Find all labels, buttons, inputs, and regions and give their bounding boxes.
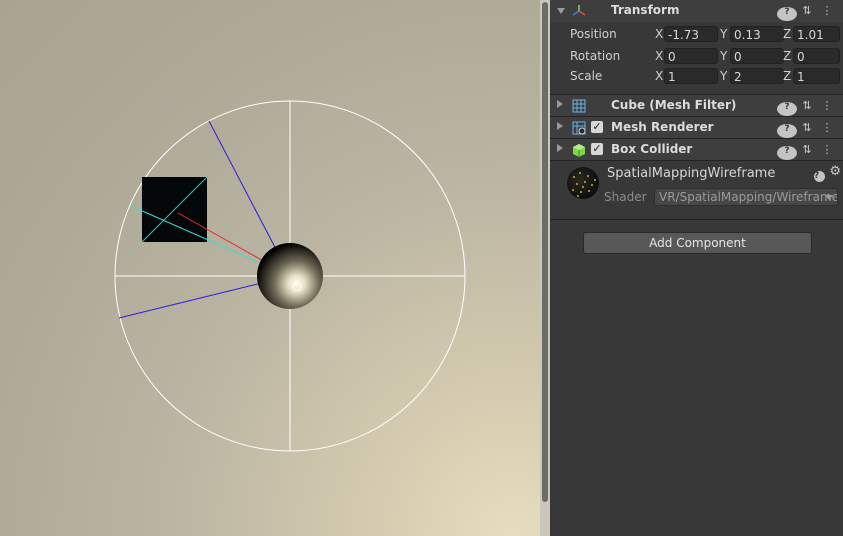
box-collider-enabled-checkbox[interactable]: ✓ bbox=[591, 143, 603, 155]
position-y-field[interactable]: 0.13 bbox=[730, 26, 784, 42]
scale-label: Scale bbox=[570, 69, 603, 83]
position-label: Position bbox=[570, 27, 617, 41]
mesh-filter-header[interactable]: Cube (Mesh Filter) ? ⇅ ⋮ bbox=[550, 94, 843, 117]
mesh-filter-icon bbox=[572, 99, 586, 113]
rotation-y-label: Y bbox=[720, 49, 728, 63]
more-options-icon[interactable]: ⋮ bbox=[817, 4, 837, 18]
presets-icon[interactable]: ⇅ bbox=[797, 99, 817, 113]
shader-label: Shader bbox=[604, 190, 647, 204]
presets-icon[interactable]: ⇅ bbox=[797, 4, 817, 18]
material-preview[interactable] bbox=[567, 167, 599, 199]
light-sphere[interactable] bbox=[257, 243, 323, 309]
more-options-icon[interactable]: ⋮ bbox=[817, 121, 837, 135]
scale-y-field[interactable]: 2 bbox=[730, 68, 784, 84]
mesh-filter-title: Cube (Mesh Filter) bbox=[611, 98, 737, 112]
position-z-field[interactable]: 1.01 bbox=[793, 26, 840, 42]
presets-icon[interactable]: ⇅ bbox=[797, 121, 817, 135]
rotation-x-label: X bbox=[655, 49, 664, 63]
scene-scrollbar[interactable] bbox=[540, 0, 550, 536]
dropdown-arrow-icon bbox=[825, 195, 833, 200]
shader-value: VR/SpatialMapping/Wireframe bbox=[659, 190, 838, 204]
add-component-button[interactable]: Add Component bbox=[583, 232, 812, 254]
position-z-label: Z bbox=[783, 27, 792, 41]
fold-open-icon[interactable] bbox=[557, 8, 565, 14]
rotation-x-field[interactable]: 0 bbox=[664, 48, 718, 64]
scale-x-label: X bbox=[655, 69, 664, 83]
position-y-label: Y bbox=[720, 27, 728, 41]
more-options-icon[interactable]: ⋮ bbox=[817, 143, 837, 157]
inspector-panel: Transform ? ⇅ ⋮ Position X -1.73 Y 0.13 … bbox=[550, 0, 843, 536]
more-options-icon[interactable]: ⋮ bbox=[817, 99, 837, 113]
rotation-y-field[interactable]: 0 bbox=[730, 48, 784, 64]
rotation-label: Rotation bbox=[570, 49, 621, 63]
transform-header[interactable]: Transform ? ⇅ ⋮ bbox=[550, 0, 843, 22]
scrollbar-thumb[interactable] bbox=[542, 2, 548, 502]
mesh-renderer-icon bbox=[572, 121, 586, 135]
fold-closed-icon[interactable] bbox=[557, 122, 563, 130]
material-settings-icon[interactable]: ⚙ bbox=[829, 164, 841, 179]
scene-gizmos bbox=[114, 100, 466, 452]
help-icon[interactable]: ? bbox=[777, 99, 797, 116]
shader-dropdown[interactable]: VR/SpatialMapping/Wireframe bbox=[654, 188, 838, 206]
scale-x-field[interactable]: 1 bbox=[664, 68, 718, 84]
fold-closed-icon[interactable] bbox=[557, 100, 563, 108]
position-x-label: X bbox=[655, 27, 664, 41]
box-collider-header[interactable]: ✓ Box Collider ? ⇅ ⋮ bbox=[550, 138, 843, 161]
box-collider-icon bbox=[573, 144, 585, 157]
material-help-icon[interactable]: ? bbox=[814, 167, 825, 182]
fold-closed-icon[interactable] bbox=[557, 144, 563, 152]
help-icon[interactable]: ? bbox=[777, 143, 797, 160]
scene-view[interactable] bbox=[0, 0, 540, 536]
material-name: SpatialMappingWireframe bbox=[607, 166, 776, 181]
help-icon[interactable]: ? bbox=[777, 4, 797, 21]
mesh-renderer-header[interactable]: ✓ Mesh Renderer ? ⇅ ⋮ bbox=[550, 116, 843, 139]
mesh-renderer-enabled-checkbox[interactable]: ✓ bbox=[591, 121, 603, 133]
help-icon[interactable]: ? bbox=[777, 121, 797, 138]
presets-icon[interactable]: ⇅ bbox=[797, 143, 817, 157]
position-x-field[interactable]: -1.73 bbox=[664, 26, 718, 42]
divider bbox=[550, 219, 843, 220]
scale-y-label: Y bbox=[720, 69, 728, 83]
mesh-renderer-title: Mesh Renderer bbox=[611, 120, 714, 134]
rotation-z-field[interactable]: 0 bbox=[793, 48, 840, 64]
rotation-z-label: Z bbox=[783, 49, 792, 63]
scale-z-label: Z bbox=[783, 69, 792, 83]
box-collider-title: Box Collider bbox=[611, 142, 693, 156]
scale-z-field[interactable]: 1 bbox=[793, 68, 840, 84]
transform-icon bbox=[572, 5, 586, 16]
divider bbox=[550, 160, 843, 161]
transform-title: Transform bbox=[611, 3, 680, 17]
